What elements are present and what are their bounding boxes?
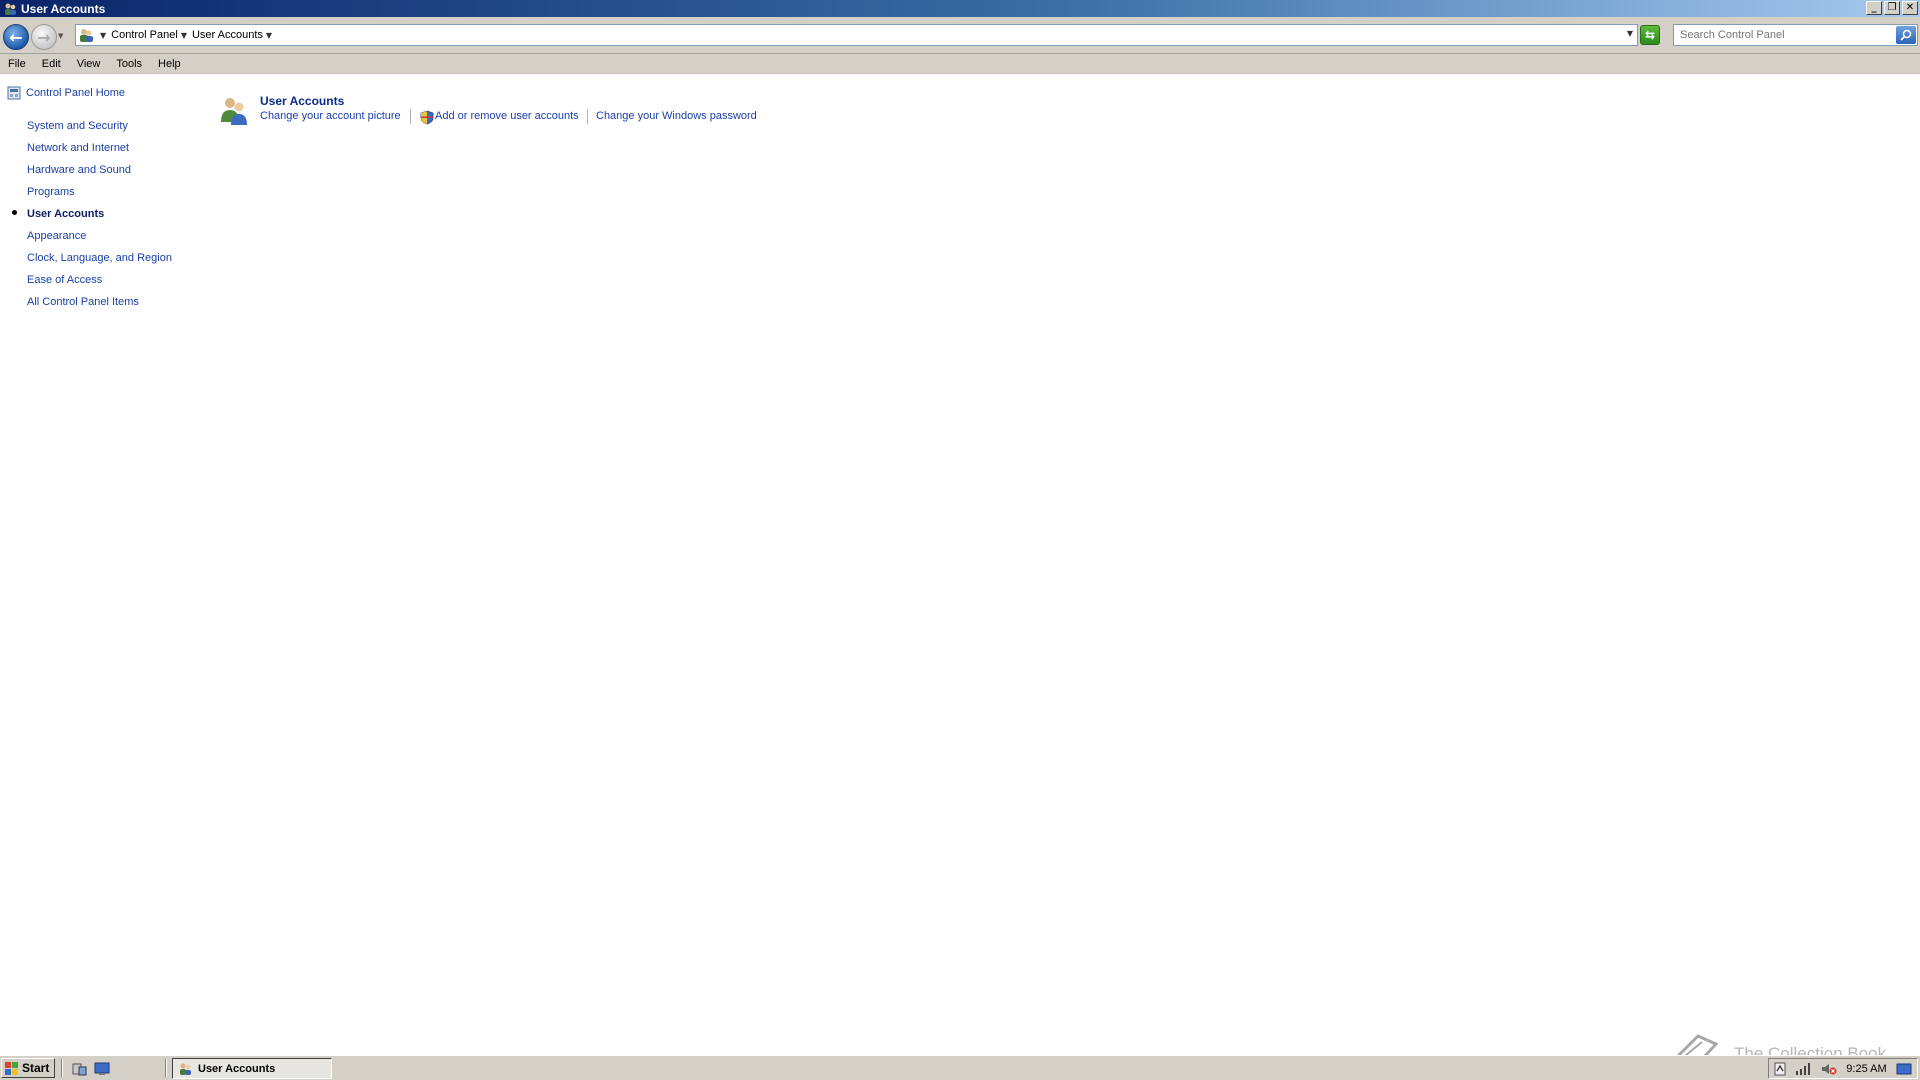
quicklaunch-separator (61, 1059, 63, 1077)
nav-clock-language-region[interactable]: Clock, Language, and Region (27, 252, 172, 264)
menu-file[interactable]: File (0, 58, 34, 70)
recent-pages-dropdown[interactable]: ▼ (58, 32, 63, 40)
search-box (1673, 24, 1918, 46)
breadcrumb-arrow-icon[interactable]: ▼ (100, 31, 106, 40)
task-separator (410, 109, 411, 124)
server-manager-icon[interactable] (71, 1061, 87, 1076)
user-accounts-icon (5, 3, 16, 15)
menu-view[interactable]: View (69, 58, 109, 70)
left-navigation: Control Panel Home System and Security N… (0, 75, 200, 1050)
menu-edit[interactable]: Edit (34, 58, 69, 70)
action-center-icon[interactable] (1774, 1062, 1786, 1076)
control-panel-home-link[interactable]: Control Panel Home (7, 86, 125, 100)
active-item-bullet (12, 210, 17, 215)
back-button[interactable]: ← (3, 24, 29, 50)
menu-help[interactable]: Help (150, 58, 189, 70)
search-button[interactable] (1896, 26, 1916, 44)
taskbar: Start User Accounts 9:25 AM (0, 1055, 1920, 1080)
breadcrumb-control-panel[interactable]: Control Panel (111, 29, 178, 41)
close-button[interactable]: ✕ (1902, 1, 1918, 15)
show-desktop-icon[interactable] (94, 1061, 110, 1076)
refresh-icon: ⇆ (1644, 28, 1656, 42)
minimize-button[interactable]: _ (1866, 1, 1882, 15)
refresh-button[interactable]: ⇆ (1640, 25, 1660, 45)
nav-hardware-and-sound[interactable]: Hardware and Sound (27, 164, 131, 176)
change-account-picture-link[interactable]: Change your account picture (260, 110, 401, 122)
taskbar-button-user-accounts[interactable]: User Accounts (172, 1058, 332, 1079)
breadcrumb-arrow-icon[interactable]: ▼ (181, 31, 187, 40)
main-content: User Accounts Change your account pictur… (200, 75, 1920, 1050)
windows-flag-icon (5, 1061, 18, 1075)
control-panel-icon (80, 29, 93, 42)
network-icon[interactable] (1795, 1062, 1811, 1076)
forward-button[interactable]: → (31, 24, 57, 50)
start-label: Start (22, 1061, 50, 1075)
arrow-right-icon: → (37, 27, 51, 47)
nav-ease-of-access[interactable]: Ease of Access (27, 274, 102, 286)
user-accounts-icon (180, 1063, 191, 1075)
title-bar: User Accounts _ ❐ ✕ (0, 0, 1920, 17)
address-bar[interactable]: ▼ Control Panel ▼ User Accounts ▼ ▼ (75, 24, 1638, 46)
taskbar-button-label: User Accounts (198, 1062, 276, 1075)
control-panel-home-label: Control Panel Home (26, 87, 126, 99)
address-dropdown-icon[interactable]: ▼ (1627, 29, 1633, 38)
window-title: User Accounts (21, 1, 106, 16)
nav-programs[interactable]: Programs (27, 186, 75, 198)
menu-bar: File Edit View Tools Help (0, 54, 1920, 74)
clock[interactable]: 9:25 AM (1846, 1063, 1886, 1075)
nav-system-and-security[interactable]: System and Security (27, 120, 128, 132)
nav-all-control-panel-items[interactable]: All Control Panel Items (27, 296, 139, 308)
menu-tools[interactable]: Tools (108, 58, 150, 70)
task-separator (587, 109, 588, 124)
add-remove-user-accounts-link[interactable]: Add or remove user accounts (435, 110, 579, 122)
restore-button[interactable]: ❐ (1884, 1, 1900, 15)
nav-appearance[interactable]: Appearance (27, 230, 86, 242)
change-windows-password-link[interactable]: Change your Windows password (596, 110, 757, 122)
control-panel-home-icon (7, 86, 21, 100)
nav-user-accounts[interactable]: User Accounts (27, 208, 104, 220)
volume-muted-icon[interactable] (1821, 1062, 1837, 1076)
system-tray: 9:25 AM (1768, 1058, 1918, 1079)
window-controls: _ ❐ ✕ (1866, 1, 1918, 15)
search-input[interactable] (1674, 25, 1889, 45)
search-icon (1900, 29, 1912, 41)
nav-network-and-internet[interactable]: Network and Internet (27, 142, 129, 154)
uac-shield-icon (420, 110, 434, 125)
start-button[interactable]: Start (1, 1058, 55, 1078)
breadcrumb-user-accounts[interactable]: User Accounts (192, 29, 263, 41)
breadcrumb-arrow-icon[interactable]: ▼ (266, 31, 272, 40)
section-title[interactable]: User Accounts (260, 94, 344, 108)
quicklaunch-separator (165, 1059, 167, 1077)
arrow-left-icon: ← (9, 27, 23, 47)
user-accounts-icon (221, 98, 247, 125)
address-toolbar: ← → ▼ ▼ Control Panel ▼ User Accounts ▼ … (0, 17, 1920, 54)
show-desktop-icon[interactable] (1896, 1062, 1912, 1076)
